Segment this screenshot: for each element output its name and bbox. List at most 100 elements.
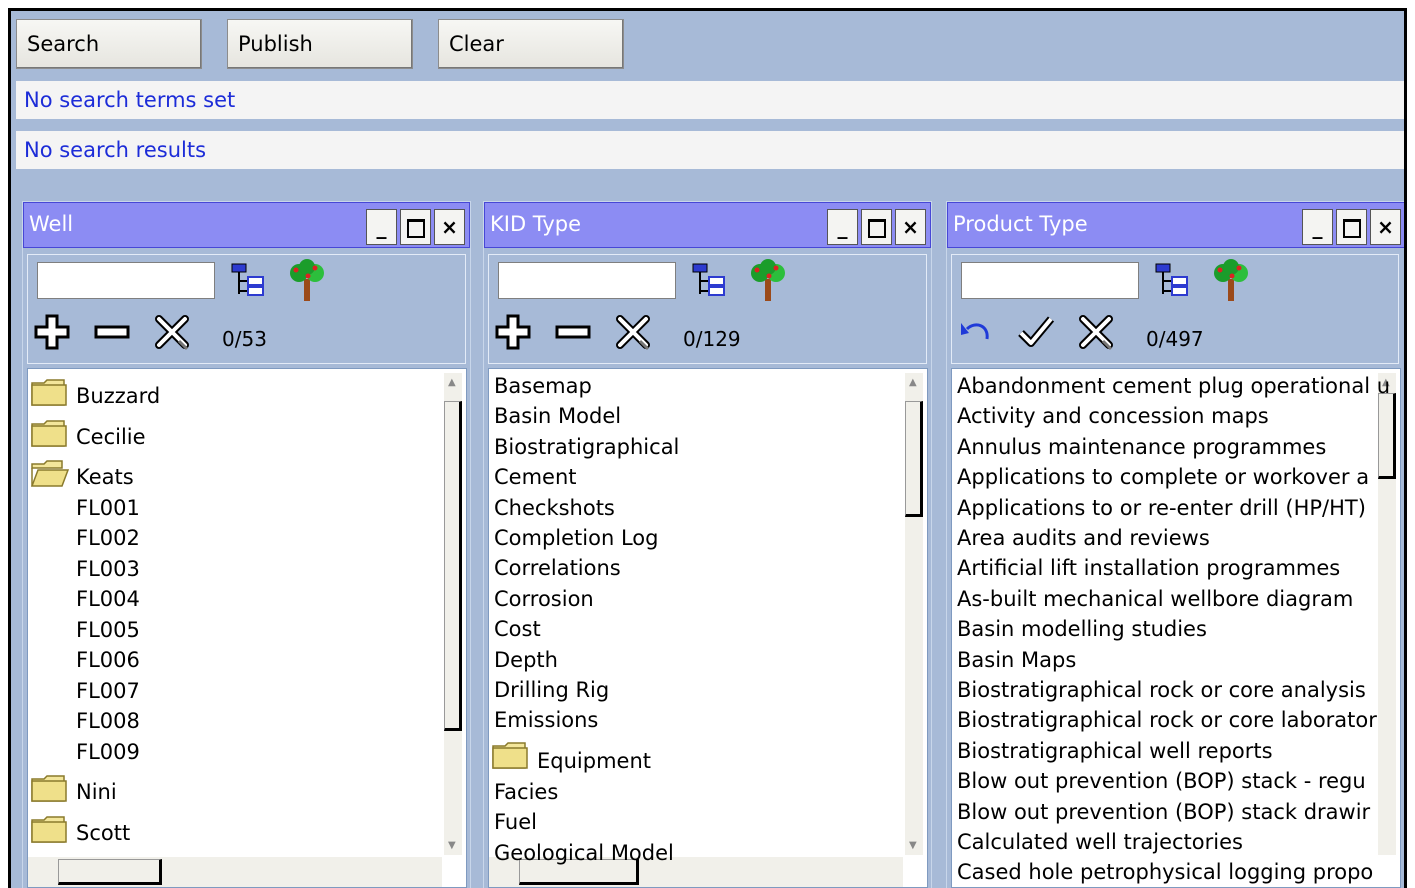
tree-icon[interactable]	[1209, 259, 1253, 303]
list-item[interactable]: Correlations	[494, 553, 621, 583]
add-icon[interactable]	[494, 313, 532, 351]
list-item[interactable]: Area audits and reviews	[957, 523, 1210, 553]
list-item[interactable]: Cement	[494, 462, 577, 492]
tree-icon[interactable]	[746, 259, 790, 303]
vertical-scrollbar[interactable]: ▲ ▼	[905, 373, 923, 855]
add-icon[interactable]	[33, 313, 71, 351]
minimize-button[interactable]: _	[366, 209, 397, 245]
minimize-button[interactable]: _	[1302, 209, 1333, 245]
folder-icon[interactable]	[30, 814, 68, 848]
kid-type-list: ▲ ▼ Basemap Basin Model Biostratigraphical…	[488, 368, 928, 888]
list-item[interactable]: Basin modelling studies	[957, 614, 1207, 644]
list-item[interactable]: FL002	[76, 523, 140, 553]
undo-icon[interactable]	[957, 317, 995, 349]
selection-count: 0/53	[222, 327, 267, 351]
clear-selection-icon[interactable]	[614, 313, 652, 351]
list-item[interactable]: FL006	[76, 645, 140, 675]
horizontal-scrollbar[interactable]	[28, 857, 442, 887]
list-item[interactable]: Calculated well trajectories	[957, 827, 1243, 857]
list-item[interactable]: Buzzard	[76, 381, 160, 411]
list-item[interactable]: Activity and concession maps	[957, 401, 1269, 431]
close-button[interactable]: ×	[1370, 209, 1401, 245]
folder-icon[interactable]	[30, 773, 68, 807]
list-item[interactable]: Basin Model	[494, 401, 621, 431]
list-item[interactable]: Nini	[76, 777, 117, 807]
clear-selection-icon[interactable]	[1077, 313, 1115, 351]
folder-icon[interactable]	[30, 418, 68, 452]
list-item[interactable]: Annulus maintenance programmes	[957, 432, 1326, 462]
list-item[interactable]: Cost	[494, 614, 541, 644]
list-item[interactable]: FL003	[76, 554, 140, 584]
search-button[interactable]: Search	[16, 19, 202, 69]
list-item[interactable]: Corrosion	[494, 584, 594, 614]
list-item[interactable]: Blow out prevention (BOP) stack drawir	[957, 797, 1370, 827]
list-item[interactable]: Scott	[76, 818, 130, 848]
search-terms-status: No search terms set	[16, 81, 1404, 119]
list-item[interactable]: Equipment	[537, 746, 651, 776]
filter-input[interactable]	[37, 262, 215, 299]
list-item[interactable]: Cased hole petrophysical logging propo	[957, 857, 1373, 887]
tree-icon[interactable]	[285, 259, 329, 303]
selection-count: 0/497	[1146, 327, 1204, 351]
folder-icon[interactable]	[30, 377, 68, 411]
list-item[interactable]: FL009	[76, 737, 140, 767]
list-item[interactable]: Drilling Rig	[494, 675, 609, 705]
list-item[interactable]: FL001	[76, 493, 140, 523]
clear-button[interactable]: Clear	[438, 19, 624, 69]
list-item[interactable]: FL008	[76, 706, 140, 736]
close-button[interactable]: ×	[895, 209, 926, 245]
scroll-thumb[interactable]	[444, 401, 462, 731]
list-item[interactable]: Basemap	[494, 371, 592, 401]
list-item[interactable]: Depth	[494, 645, 558, 675]
list-item[interactable]: Biostratigraphical rock or core laborato…	[957, 705, 1377, 735]
tree-hierarchy-icon[interactable]	[229, 262, 267, 300]
list-item[interactable]: Applications to or re-enter drill (HP/HT…	[957, 493, 1366, 523]
maximize-button[interactable]	[400, 209, 431, 245]
list-item[interactable]: Checkshots	[494, 493, 615, 523]
list-item[interactable]: Abandonment cement plug operational u	[957, 371, 1390, 401]
filter-input[interactable]	[961, 262, 1139, 299]
well-panel-header: Well _ ×	[23, 202, 470, 248]
scroll-thumb[interactable]	[905, 401, 923, 517]
scroll-thumb[interactable]	[1378, 393, 1396, 479]
filter-input[interactable]	[498, 262, 676, 299]
check-icon[interactable]	[1017, 313, 1055, 351]
tree-hierarchy-icon[interactable]	[1153, 262, 1191, 300]
list-item[interactable]: Emissions	[494, 705, 598, 735]
list-item[interactable]: Fuel	[494, 807, 537, 837]
panel-title: KID Type	[490, 212, 582, 236]
close-button[interactable]: ×	[434, 209, 465, 245]
list-item[interactable]: Biostratigraphical	[494, 432, 679, 462]
product-type-list: ▲ Abandonment cement plug operational uA…	[951, 368, 1401, 888]
kid-type-panel: KID Type _ × 0/129 ▲ ▼ Basemap Basin Mod…	[483, 201, 932, 888]
tree-hierarchy-icon[interactable]	[690, 262, 728, 300]
list-item[interactable]: As-built mechanical wellbore diagram	[957, 584, 1353, 614]
list-item[interactable]: Biostratigraphical well reports	[957, 736, 1273, 766]
maximize-button[interactable]	[1336, 209, 1367, 245]
list-item[interactable]: FL004	[76, 584, 140, 614]
list-item[interactable]: FL007	[76, 676, 140, 706]
vertical-scrollbar[interactable]: ▲	[1378, 373, 1396, 855]
maximize-button[interactable]	[861, 209, 892, 245]
list-item[interactable]: Completion Log	[494, 523, 658, 553]
kid-type-toolbar: 0/129	[488, 254, 927, 364]
list-item[interactable]: FL005	[76, 615, 140, 645]
remove-icon[interactable]	[554, 317, 592, 347]
list-item[interactable]: Cecilie	[76, 422, 146, 452]
folder-icon[interactable]	[491, 740, 529, 774]
list-item[interactable]: Keats	[76, 462, 134, 492]
folder-open-icon[interactable]	[30, 458, 70, 492]
vertical-scrollbar[interactable]: ▲ ▼	[444, 373, 462, 855]
publish-button[interactable]: Publish	[227, 19, 413, 69]
scroll-thumb[interactable]	[58, 859, 162, 885]
list-item[interactable]: Facies	[494, 777, 558, 807]
list-item[interactable]: Basin Maps	[957, 645, 1076, 675]
list-item[interactable]: Applications to complete or workover a	[957, 462, 1369, 492]
remove-icon[interactable]	[93, 317, 131, 347]
minimize-button[interactable]: _	[827, 209, 858, 245]
list-item[interactable]: Biostratigraphical rock or core analysis	[957, 675, 1366, 705]
list-item[interactable]: Artificial lift installation programmes	[957, 553, 1340, 583]
list-item[interactable]: Geological Model	[494, 838, 674, 868]
list-item[interactable]: Blow out prevention (BOP) stack - regu	[957, 766, 1366, 796]
clear-selection-icon[interactable]	[153, 313, 191, 351]
